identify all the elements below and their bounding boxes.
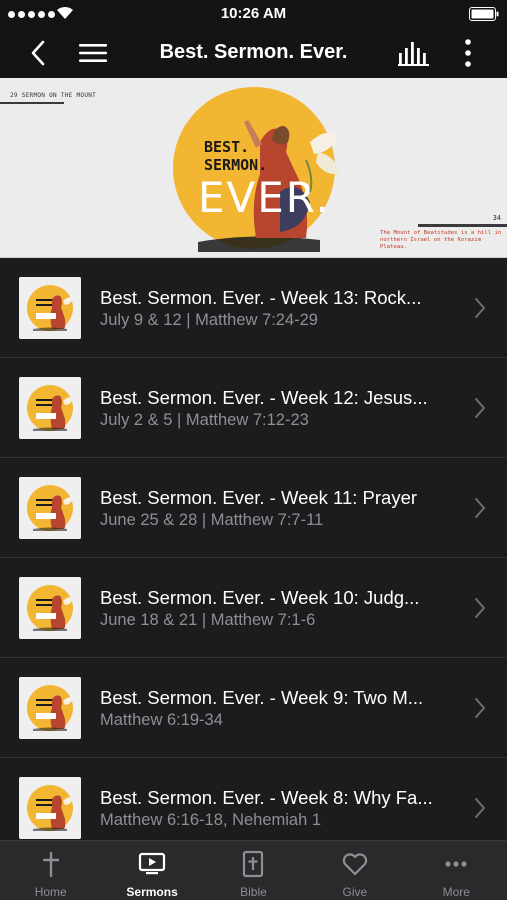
vertical-dots-icon[interactable] <box>460 38 476 68</box>
divider <box>418 224 507 227</box>
series-artwork: BEST. SERMON. EVER. <box>173 87 340 252</box>
page-number: 34 <box>492 214 501 222</box>
tab-bar: Home Sermons Bible Give More <box>0 840 507 900</box>
sermon-list-item[interactable]: Best. Sermon. Ever. - Week 11: Prayer Jun… <box>0 458 507 558</box>
sermon-list-item[interactable]: Best. Sermon. Ever. - Week 9: Two M... Ma… <box>0 658 507 758</box>
tab-label: Give <box>342 885 368 899</box>
sermon-subtitle: June 18 & 21 | Matthew 7:1-6 <box>100 611 316 629</box>
sermon-subtitle: Matthew 6:19-34 <box>100 711 223 729</box>
navigation-bar: Best. Sermon. Ever. <box>0 28 507 78</box>
sermon-thumbnail <box>19 277 81 339</box>
sermon-subtitle: July 2 & 5 | Matthew 7:12-23 <box>100 411 309 429</box>
series-tag: 29 SERMON ON THE MOUNT <box>10 92 97 99</box>
status-time: 10:26 AM <box>220 5 287 22</box>
sermon-list-item[interactable]: Best. Sermon. Ever. - Week 10: Judg... Ju… <box>0 558 507 658</box>
sermon-title: Best. Sermon. Ever. - Week 12: Jesus... <box>100 387 428 408</box>
art-text-ever: EVER. <box>198 173 331 222</box>
chevron-right-icon <box>475 598 485 618</box>
sermon-thumbnail <box>19 477 81 539</box>
tab-label: Bible <box>240 885 267 899</box>
chevron-right-icon <box>475 498 485 518</box>
art-text-sermon: SERMON. <box>204 156 267 174</box>
tab-sermons[interactable]: Sermons <box>101 841 202 900</box>
sermon-list: Best. Sermon. Ever. - Week 13: Rock... Ju… <box>0 258 507 840</box>
tab-home[interactable]: Home <box>0 841 101 900</box>
banner-caption: The Mount of Beatitudes is a hill in nor… <box>380 230 502 250</box>
tab-bible[interactable]: Bible <box>203 841 304 900</box>
sermon-thumbnail <box>19 677 81 739</box>
bible-icon <box>243 850 264 878</box>
chevron-right-icon <box>475 698 485 718</box>
chevron-right-icon <box>475 298 485 318</box>
sermon-subtitle: July 9 & 12 | Matthew 7:24-29 <box>100 311 318 329</box>
sermon-title: Best. Sermon. Ever. - Week 13: Rock... <box>100 287 422 308</box>
art-text-best: BEST. <box>204 138 249 156</box>
tab-label: Home <box>34 885 67 899</box>
more-dots-icon <box>445 861 467 867</box>
heart-icon <box>342 853 368 876</box>
tab-label: More <box>442 885 470 899</box>
chevron-right-icon <box>475 798 485 818</box>
sermon-title: Best. Sermon. Ever. - Week 10: Judg... <box>100 587 420 608</box>
series-banner: 29 SERMON ON THE MOUNT BEST. SERMON. EVE… <box>0 78 507 258</box>
bars-icon[interactable] <box>398 40 430 66</box>
tab-give[interactable]: Give <box>304 841 405 900</box>
sermon-title: Best. Sermon. Ever. - Week 8: Why Fa... <box>100 787 433 808</box>
divider <box>0 102 64 104</box>
page-title: Best. Sermon. Ever. <box>159 41 348 63</box>
cross-icon <box>42 851 59 878</box>
status-bar: 10:26 AM <box>0 0 507 28</box>
sermon-subtitle: June 25 & 28 | Matthew 7:7-11 <box>100 511 324 529</box>
tv-play-icon <box>138 852 166 875</box>
sermon-list-item[interactable]: Best. Sermon. Ever. - Week 12: Jesus... J… <box>0 358 507 458</box>
sermon-title: Best. Sermon. Ever. - Week 11: Prayer <box>100 487 418 508</box>
battery-icon <box>469 7 499 21</box>
sermon-list-item[interactable]: Best. Sermon. Ever. - Week 13: Rock... Ju… <box>0 258 507 358</box>
sermon-title: Best. Sermon. Ever. - Week 9: Two M... <box>100 687 424 708</box>
chevron-left-icon[interactable] <box>24 38 54 68</box>
sermon-thumbnail <box>19 777 81 839</box>
sermon-thumbnail <box>19 577 81 639</box>
chevron-right-icon <box>475 398 485 418</box>
sermon-subtitle: Matthew 6:16-18, Nehemiah 1 <box>100 811 322 829</box>
tab-more[interactable]: More <box>406 841 507 900</box>
sermon-thumbnail <box>19 377 81 439</box>
sermon-list-item[interactable]: Best. Sermon. Ever. - Week 8: Why Fa... M… <box>0 758 507 840</box>
tab-label: Sermons <box>126 885 178 899</box>
hamburger-icon[interactable] <box>78 41 108 65</box>
